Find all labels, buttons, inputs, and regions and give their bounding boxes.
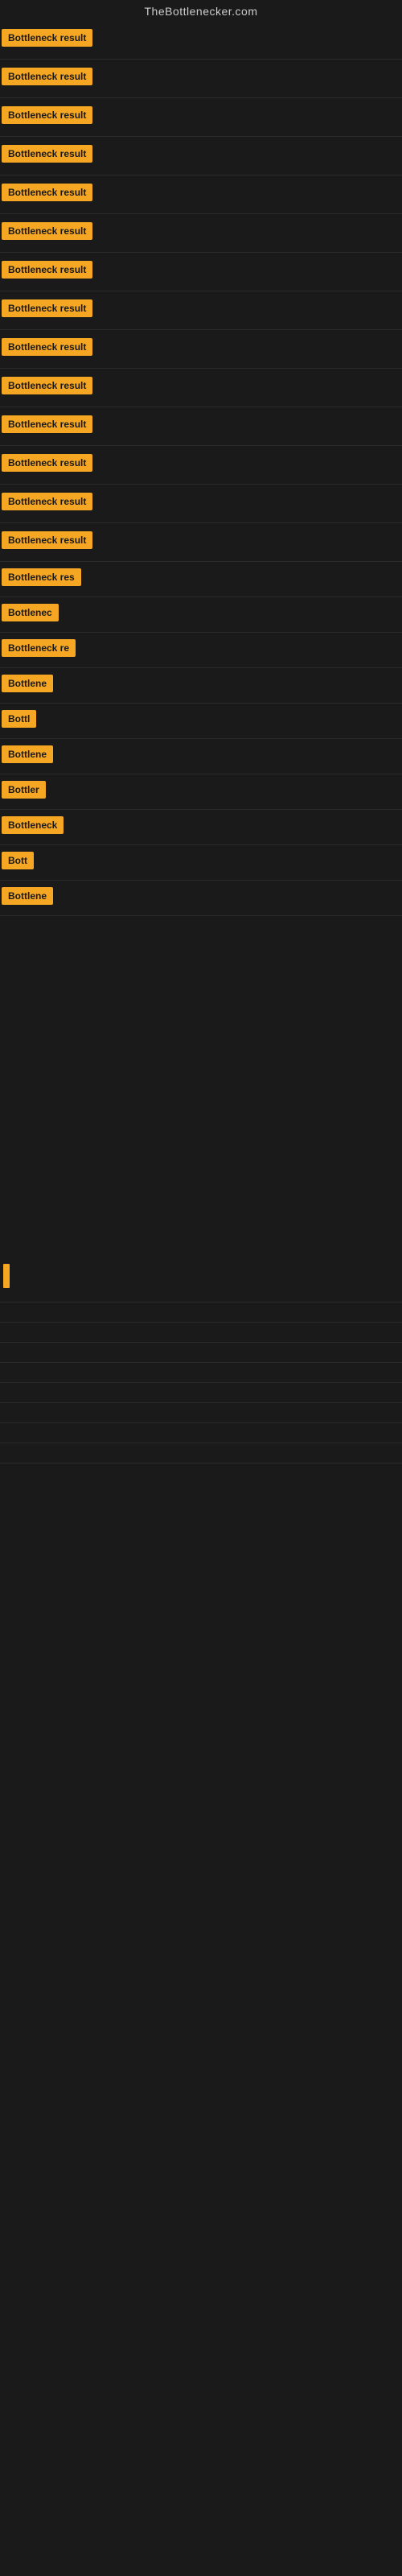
- empty-row-6: [0, 1403, 402, 1423]
- list-item[interactable]: Bottleneck res: [0, 562, 402, 597]
- list-item[interactable]: Bottleneck re: [0, 633, 402, 668]
- list-item[interactable]: Bottl: [0, 704, 402, 739]
- list-item[interactable]: Bottleneck result: [0, 98, 402, 137]
- list-item[interactable]: Bottleneck result: [0, 523, 402, 562]
- site-title-bar: TheBottlenecker.com: [0, 0, 402, 21]
- bottleneck-badge: Bottleneck result: [2, 68, 92, 85]
- empty-section-3: [0, 1141, 402, 1238]
- bottleneck-list: Bottleneck result Bottleneck result Bott…: [0, 21, 402, 916]
- bottleneck-badge: Bottlenec: [2, 604, 59, 621]
- bottleneck-badge: Bottleneck result: [2, 415, 92, 433]
- list-item[interactable]: Bottlenec: [0, 597, 402, 633]
- bottleneck-badge: Bottlene: [2, 887, 53, 905]
- list-item[interactable]: Bottleneck result: [0, 137, 402, 175]
- bottleneck-badge: Bottleneck: [2, 816, 64, 834]
- list-item[interactable]: Bottleneck result: [0, 21, 402, 60]
- bottleneck-badge: Bottleneck re: [2, 639, 76, 657]
- empty-row-7: [0, 1423, 402, 1443]
- bottleneck-badge: Bottleneck res: [2, 568, 81, 586]
- empty-row-1: [0, 1302, 402, 1323]
- empty-row-3: [0, 1343, 402, 1363]
- bottleneck-badge: Bottleneck result: [2, 531, 92, 549]
- bottleneck-badge: Bottleneck result: [2, 299, 92, 317]
- list-item[interactable]: Bottleneck result: [0, 214, 402, 253]
- bottleneck-badge: Bottleneck result: [2, 338, 92, 356]
- list-item[interactable]: Bottlene: [0, 739, 402, 774]
- empty-row-5: [0, 1383, 402, 1403]
- bottleneck-badge: Bottlene: [2, 675, 53, 692]
- list-item[interactable]: Bottleneck result: [0, 446, 402, 485]
- list-item[interactable]: Bottlene: [0, 668, 402, 704]
- bottleneck-badge: Bottleneck result: [2, 184, 92, 201]
- bottleneck-badge: Bottlene: [2, 745, 53, 763]
- bottleneck-badge: Bottleneck result: [2, 106, 92, 124]
- list-item[interactable]: Bottlene: [0, 881, 402, 916]
- empty-row-8: [0, 1443, 402, 1463]
- empty-row-2: [0, 1323, 402, 1343]
- list-item[interactable]: Bottleneck result: [0, 369, 402, 407]
- list-item[interactable]: Bottleneck result: [0, 253, 402, 291]
- bottleneck-badge: Bottleneck result: [2, 222, 92, 240]
- list-item[interactable]: Bottleneck result: [0, 60, 402, 98]
- bottom-section: [0, 1238, 402, 1463]
- small-badge-indicator: [3, 1264, 10, 1288]
- bottleneck-badge: Bottleneck result: [2, 493, 92, 510]
- bottleneck-badge: Bottler: [2, 781, 46, 799]
- bottleneck-badge: Bottleneck result: [2, 29, 92, 47]
- bottleneck-badge: Bottleneck result: [2, 454, 92, 472]
- bottleneck-badge: Bottleneck result: [2, 377, 92, 394]
- bottom-indicator-row: [0, 1254, 402, 1302]
- empty-section-1: [0, 916, 402, 1045]
- list-item[interactable]: Bottleneck result: [0, 175, 402, 214]
- list-item[interactable]: Bottleneck: [0, 810, 402, 845]
- empty-row-4: [0, 1363, 402, 1383]
- list-item[interactable]: Bott: [0, 845, 402, 881]
- bottleneck-badge: Bottleneck result: [2, 145, 92, 163]
- list-item[interactable]: Bottleneck result: [0, 330, 402, 369]
- bottleneck-badge: Bottleneck result: [2, 261, 92, 279]
- list-item[interactable]: Bottleneck result: [0, 291, 402, 330]
- bottleneck-badge: Bottl: [2, 710, 36, 728]
- site-title: TheBottlenecker.com: [0, 0, 402, 21]
- list-item[interactable]: Bottler: [0, 774, 402, 810]
- list-item[interactable]: Bottleneck result: [0, 485, 402, 523]
- bottleneck-badge: Bott: [2, 852, 34, 869]
- list-item[interactable]: Bottleneck result: [0, 407, 402, 446]
- empty-section-2: [0, 1045, 402, 1141]
